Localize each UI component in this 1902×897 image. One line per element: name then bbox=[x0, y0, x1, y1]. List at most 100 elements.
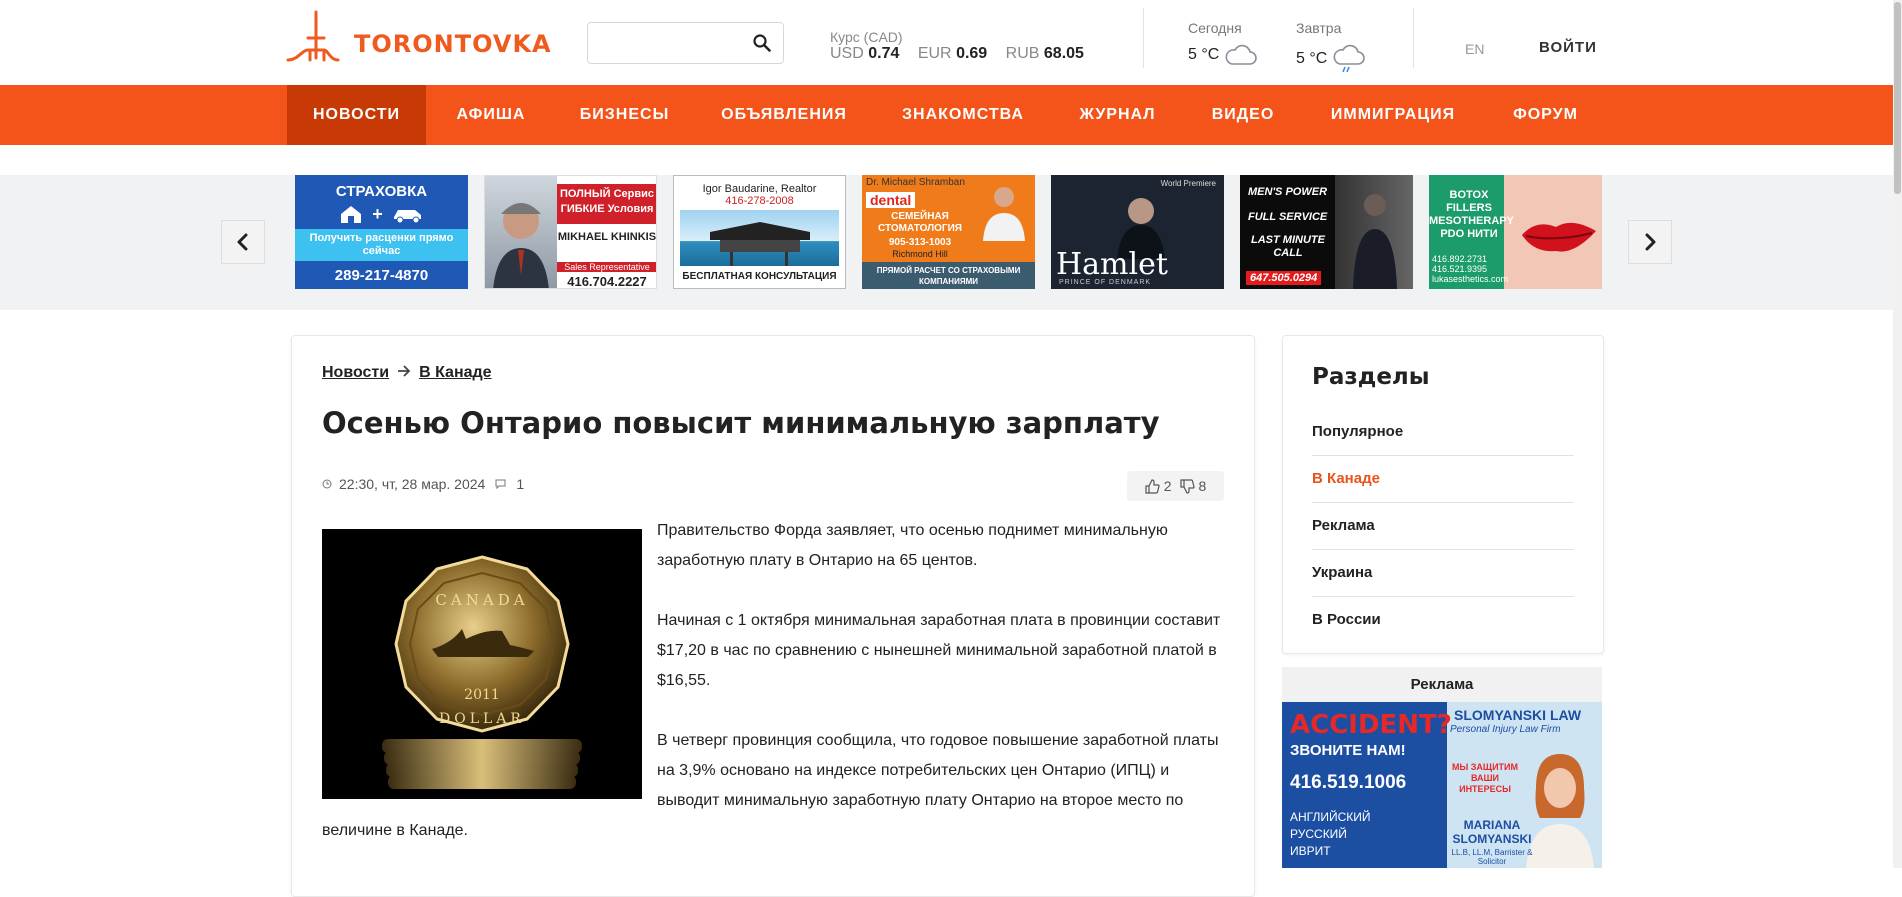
weather-temp: 5 °C bbox=[1188, 46, 1220, 63]
rate-currency: EUR bbox=[917, 45, 952, 62]
sidebar-item-ukraine[interactable]: Украина bbox=[1312, 549, 1574, 597]
banner-ad-insurance[interactable]: СТРАХОВКА + Получить расценки прямо сейч… bbox=[295, 175, 468, 289]
ad-label: Реклама bbox=[1410, 676, 1474, 693]
banner-text: ПОЛНЫЙ Сервис bbox=[559, 188, 654, 200]
article-datetime: 22:30, чт, 28 мар. 2024 bbox=[339, 476, 486, 492]
banner-text: LAST MINUTE CALL bbox=[1251, 234, 1325, 259]
ad-firm-subtitle: Personal Injury Law Firm bbox=[1450, 724, 1561, 735]
ad-credentials: LL.B, LL.M, Barrister & Solicitor bbox=[1451, 848, 1533, 866]
search-box[interactable] bbox=[587, 22, 784, 64]
coin-text: CANADA bbox=[435, 591, 528, 609]
nav-item-news[interactable]: НОВОСТИ bbox=[287, 85, 426, 145]
logo-text: TORONTOVKA bbox=[354, 30, 552, 58]
header-divider bbox=[1143, 8, 1144, 68]
breadcrumb-link-news[interactable]: Новости bbox=[322, 364, 389, 382]
banner-ad-mens-power[interactable]: MEN'S POWER FULL SERVICE LAST MINUTE CAL… bbox=[1240, 175, 1413, 289]
carousel-prev-button[interactable] bbox=[221, 220, 265, 264]
scrollbar-thumb[interactable] bbox=[1894, 2, 1901, 194]
banner-text: ГИБКИЕ Условия bbox=[560, 203, 654, 215]
banner-text: СЕМЕЙНАЯ СТОМАТОЛОГИЯ bbox=[878, 211, 962, 234]
weather-tomorrow: Завтра 5 °C bbox=[1296, 20, 1366, 74]
comment-icon[interactable] bbox=[495, 479, 506, 489]
banner-ad-realtor-baudarine[interactable]: Igor Baudarine, Realtor 416-278-2008 БЕС… bbox=[673, 175, 846, 289]
weather-today: Сегодня 5 °C bbox=[1188, 20, 1258, 66]
thumbs-down-icon[interactable] bbox=[1179, 478, 1195, 494]
agent-photo bbox=[485, 176, 557, 288]
banner-text: FILLERS bbox=[1446, 202, 1492, 214]
cloud-icon bbox=[1225, 44, 1258, 65]
login-button[interactable]: ВОЙТИ bbox=[1539, 39, 1597, 56]
law-firm-ad[interactable]: ACCIDENT? ЗВОНИТЕ НАМ! 416.519.1006 АНГЛ… bbox=[1282, 702, 1602, 868]
dislike-count[interactable]: 8 bbox=[1199, 478, 1207, 494]
nav-item-afisha[interactable]: АФИША bbox=[436, 85, 546, 145]
rate-value: 68.05 bbox=[1043, 45, 1084, 62]
ad-language: АНГЛИЙСКИЙ bbox=[1290, 810, 1371, 824]
banner-text: MIKHAEL KHINKIS bbox=[557, 231, 657, 243]
clock-icon bbox=[322, 479, 332, 489]
ad-firm-name: SLOMYANSKI LAW bbox=[1454, 707, 1582, 723]
currency-rates: Курс (CAD) USD 0.74 EUR 0.69 RUB 68.05 bbox=[830, 29, 1098, 63]
banner-ad-hamlet[interactable]: World Premiere Hamlet PRINCE OF DENMARK bbox=[1051, 175, 1224, 289]
sidebar-item-popular[interactable]: Популярное bbox=[1312, 408, 1574, 456]
breadcrumb-link-canada[interactable]: В Канаде bbox=[419, 364, 491, 382]
banner-text: World Premiere bbox=[1160, 179, 1216, 188]
article-image: 2011 CANADA DOLLAR bbox=[322, 529, 642, 799]
nav-item-classifieds[interactable]: ОБЪЯВЛЕНИЯ bbox=[709, 85, 859, 145]
banner-text: MESOTHERAPY bbox=[1429, 215, 1514, 227]
language-switch[interactable]: EN bbox=[1465, 41, 1484, 57]
ad-slogan: МЫ ЗАЩИТИМ ВАШИ ИНТЕРЕСЫ bbox=[1451, 762, 1519, 794]
site-header: TORONTOVKA Курс (CAD) USD 0.74 EUR 0.69 … bbox=[0, 0, 1902, 85]
sidebar-item-russia[interactable]: В России bbox=[1312, 596, 1574, 643]
carousel-next-button[interactable] bbox=[1628, 220, 1672, 264]
banner-phone: 289-217-4870 bbox=[334, 267, 429, 284]
weather-label: Завтра bbox=[1296, 20, 1342, 36]
sections-sidebar: Разделы Популярное В Канаде Реклама Укра… bbox=[1282, 335, 1604, 654]
banner-text: dental bbox=[866, 192, 916, 208]
rates-label: Курс (CAD) bbox=[830, 29, 903, 45]
nav-item-business[interactable]: БИЗНЕСЫ bbox=[569, 85, 680, 145]
banner-text: СТРАХОВКА bbox=[335, 183, 428, 200]
search-icon[interactable] bbox=[753, 34, 771, 57]
banner-text: Richmond Hill bbox=[892, 249, 948, 259]
ad-language: ИВРИТ bbox=[1290, 844, 1331, 858]
banner-phone: 416-278-2008 bbox=[725, 195, 794, 207]
like-count[interactable]: 2 bbox=[1164, 478, 1172, 494]
nav-item-dating[interactable]: ЗНАКОМСТВА bbox=[889, 85, 1037, 145]
banner-ad-aesthetics[interactable]: BOTOX FILLERS MESOTHERAPY PDO НИТИ 416.8… bbox=[1429, 175, 1602, 289]
nav-item-video[interactable]: ВИДЕО bbox=[1200, 85, 1286, 145]
banner-phone: 905-313-1003 bbox=[888, 237, 952, 248]
rain-cloud-icon bbox=[1333, 44, 1366, 73]
sidebar-title: Разделы bbox=[1312, 364, 1430, 390]
banner-ad-realtor-khinkis[interactable]: ПОЛНЫЙ Сервис ГИБКИЕ Условия MIKHAEL KHI… bbox=[484, 175, 657, 289]
banner-phone: 416.892.2731 bbox=[1432, 254, 1488, 264]
chevron-left-icon bbox=[237, 233, 248, 251]
banner-text: Sales Representative bbox=[557, 262, 656, 272]
banner-text: lukasesthetics.com bbox=[1432, 274, 1509, 284]
weather-temp: 5 °C bbox=[1296, 50, 1328, 67]
banner-text: BOTOX bbox=[1449, 189, 1489, 201]
banner-phone: 647.505.0294 bbox=[1246, 271, 1322, 285]
banner-ad-dental[interactable]: Dr. Michael Shramban dental СЕМЕЙНАЯ СТО… bbox=[862, 175, 1035, 289]
nav-item-immigration[interactable]: ИММИГРАЦИЯ bbox=[1321, 85, 1465, 145]
nav-item-journal[interactable]: ЖУРНАЛ bbox=[1071, 85, 1164, 145]
article-title: Осенью Онтарио повысит минимальную зарпл… bbox=[322, 406, 1160, 440]
sidebar-ad: Реклама ACCIDENT? ЗВОНИТЕ НАМ! 416.519.1… bbox=[1282, 667, 1602, 868]
banner-text: Dr. Michael Shramban bbox=[866, 177, 965, 188]
coin-year: 2011 bbox=[464, 687, 500, 703]
site-logo[interactable]: TORONTOVKA bbox=[286, 10, 552, 62]
arrow-right-icon bbox=[397, 364, 411, 382]
comment-count[interactable]: 1 bbox=[516, 476, 524, 492]
banner-text: PRINCE OF DENMARK bbox=[1059, 279, 1152, 286]
thumbs-up-icon[interactable] bbox=[1145, 478, 1160, 494]
banner-text: FULL SERVICE bbox=[1248, 211, 1328, 223]
search-input[interactable] bbox=[596, 33, 750, 55]
page-scrollbar[interactable] bbox=[1893, 0, 1902, 868]
sidebar-item-ads[interactable]: Реклама bbox=[1312, 502, 1574, 550]
sidebar-item-canada[interactable]: В Канаде bbox=[1312, 455, 1574, 503]
vote-box: 2 8 bbox=[1127, 471, 1224, 501]
nav-item-forum[interactable]: ФОРУМ bbox=[1503, 85, 1588, 145]
banner-text: Igor Baudarine, Realtor bbox=[702, 183, 817, 195]
breadcrumb: Новости В Канаде bbox=[322, 364, 492, 382]
banner-text: PDO НИТИ bbox=[1440, 228, 1498, 240]
rate-value: 0.74 bbox=[868, 45, 900, 62]
